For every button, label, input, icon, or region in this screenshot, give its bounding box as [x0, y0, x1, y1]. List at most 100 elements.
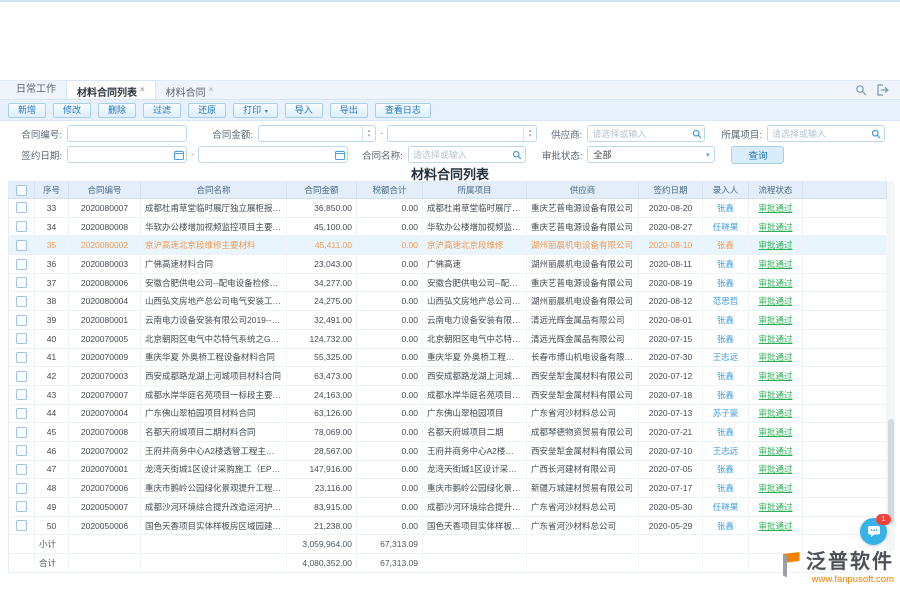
delete-button[interactable]: 删除 [98, 103, 136, 118]
contract-name-cell[interactable]: 龙湾天街城1区设计采购施工（EPC）总承包... [141, 460, 287, 479]
status-link[interactable]: 审批通过 [758, 278, 792, 288]
row-checkbox[interactable] [16, 501, 27, 512]
contract-name-cell[interactable]: 云南电力设备安装有限公司2019--2020年度劳... [141, 311, 287, 330]
status-select[interactable]: 全部▾ [587, 146, 715, 163]
contract-name-cell[interactable]: 重庆市鹅岭公园绿化景观提升工程施工材料合同 [141, 479, 287, 498]
contract-name-cell[interactable]: 重庆华夏 外奥桥工程设备材料合同 [141, 348, 287, 367]
search-icon[interactable] [869, 129, 884, 139]
contract-no-link[interactable]: 2020080006 [69, 273, 141, 292]
tab-close-icon[interactable]: × [140, 85, 145, 94]
scrollbar-thumb[interactable] [888, 419, 894, 524]
edit-button[interactable]: 修改 [53, 103, 91, 118]
table-row[interactable]: 342020080008华软办公楼增加视频监控项目主要材料45,100.000.… [9, 217, 887, 236]
contract-no-link[interactable]: 2020070001 [69, 460, 141, 479]
table-row[interactable]: 492020050007成都沙河环境综合提升改造运河护岸维修改造...83,91… [9, 498, 887, 517]
entry-person-link[interactable]: 张鑫 [717, 390, 734, 400]
status-link[interactable]: 审批通过 [758, 203, 792, 213]
entry-person-link[interactable]: 张鑫 [717, 371, 734, 381]
calendar-icon[interactable] [171, 150, 186, 160]
contract-no-link[interactable]: 2020080001 [69, 311, 141, 330]
contract-no-link[interactable]: 2020080002 [69, 236, 141, 255]
row-checkbox[interactable] [16, 408, 27, 419]
table-row[interactable]: 472020070001龙湾天街城1区设计采购施工（EPC）总承包...147,… [9, 460, 887, 479]
contract-name-cell[interactable]: 成都沙河环境综合提升改造运河护岸维修改造... [141, 498, 287, 517]
row-checkbox[interactable] [16, 371, 27, 382]
table-row[interactable]: 452020070008名都天府城项目二期材料合同78,069.000.00名都… [9, 423, 887, 442]
table-row[interactable]: 382020080004山西弘文房地产总公司电气安装工程材料合同24,275.0… [9, 292, 887, 311]
chat-bubble-button[interactable]: 1 [860, 518, 887, 545]
contract-no-link[interactable]: 2020070008 [69, 423, 141, 442]
import-button[interactable]: 导入 [285, 103, 323, 118]
amount-to-input[interactable] [388, 129, 523, 139]
contract-name-cell[interactable]: 成都水岸华庭名苑项目一标段主要材料 [141, 385, 287, 404]
status-link[interactable]: 审批通过 [758, 446, 792, 456]
status-link[interactable]: 审批通过 [758, 390, 792, 400]
table-row[interactable]: 362020080003广佛高速材料合同23,043.000.00广佛高速湖州丽… [9, 255, 887, 274]
contract-no-link[interactable]: 2020050007 [69, 498, 141, 517]
contract-name-cell[interactable]: 华软办公楼增加视频监控项目主要材料 [141, 217, 287, 236]
entry-person-link[interactable]: 张鑫 [717, 334, 734, 344]
entry-person-link[interactable]: 张鑫 [717, 521, 734, 531]
table-row[interactable]: 462020070002王府井商务中心A2楼透管工程主要材料28,567.000… [9, 441, 887, 460]
contract-no-link[interactable]: 2020070002 [69, 441, 141, 460]
contract-name-input[interactable] [409, 150, 510, 160]
contract-no-link[interactable]: 2020070007 [69, 385, 141, 404]
calendar-icon[interactable] [332, 150, 347, 160]
amount-from-input[interactable] [259, 129, 362, 139]
entry-person-link[interactable]: 范思哲 [713, 296, 739, 306]
print-button[interactable]: 打印 ▾ [233, 103, 278, 118]
supplier-input[interactable] [588, 129, 689, 139]
row-checkbox[interactable] [16, 277, 27, 288]
row-checkbox[interactable] [16, 352, 27, 363]
status-link[interactable]: 审批通过 [758, 334, 792, 344]
contract-name-cell[interactable]: 山西弘文房地产总公司电气安装工程材料合同 [141, 292, 287, 311]
contract-no-link[interactable]: 2020080003 [69, 255, 141, 274]
date-to-input[interactable] [199, 150, 332, 160]
status-link[interactable]: 审批通过 [758, 315, 792, 325]
contract-name-cell[interactable]: 西安成都路龙湖上河城项目材料合同 [141, 367, 287, 386]
row-checkbox[interactable] [16, 259, 27, 270]
contract-name-cell[interactable]: 名都天府城项目二期材料合同 [141, 423, 287, 442]
table-row[interactable]: 482020070006重庆市鹅岭公园绿化景观提升工程施工材料合同23,116.… [9, 479, 887, 498]
entry-person-link[interactable]: 苏子豪 [713, 408, 739, 418]
date-from-input[interactable] [68, 150, 171, 160]
entry-person-link[interactable]: 任晓果 [713, 222, 739, 232]
contract-name-cell[interactable]: 广佛高速材料合同 [141, 255, 287, 274]
entry-person-link[interactable]: 张鑫 [717, 483, 734, 493]
status-link[interactable]: 审批通过 [758, 240, 792, 250]
entry-person-link[interactable]: 张鑫 [717, 464, 734, 474]
project-input[interactable] [768, 129, 869, 139]
contract-no-link[interactable]: 2020070006 [69, 479, 141, 498]
row-checkbox[interactable] [16, 464, 27, 475]
table-row[interactable]: 422020070003西安成都路龙湖上河城项目材料合同63,473.000.0… [9, 367, 887, 386]
tab-material-contract[interactable]: 材料合同× [156, 81, 224, 99]
tab-material-contract-list[interactable]: 材料合同列表× [66, 80, 156, 99]
entry-person-link[interactable]: 张鑫 [717, 240, 734, 250]
contract-no-link[interactable]: 2020070009 [69, 348, 141, 367]
row-checkbox[interactable] [16, 202, 27, 213]
status-link[interactable]: 审批通过 [758, 521, 792, 531]
entry-person-link[interactable]: 张鑫 [717, 278, 734, 288]
contract-name-cell[interactable]: 成都杜甫草堂临时展厅独立展柜报警设备安装... [141, 199, 287, 218]
contract-no-link[interactable]: 2020070005 [69, 329, 141, 348]
table-row[interactable]: 502020050006国色天香项目实体样板房区域园建工程材料合同21,238.… [9, 516, 887, 535]
tab-close-icon[interactable]: × [209, 85, 214, 94]
contract-no-link[interactable]: 2020080004 [69, 292, 141, 311]
status-link[interactable]: 审批通过 [758, 483, 792, 493]
status-link[interactable]: 审批通过 [758, 371, 792, 381]
row-checkbox[interactable] [16, 483, 27, 494]
entry-person-link[interactable]: 任晓果 [713, 502, 739, 512]
table-row[interactable]: 332020080007成都杜甫草堂临时展厅独立展柜报警设备安装...36,85… [9, 199, 887, 218]
filter-button[interactable]: 过滤 [143, 103, 181, 118]
status-link[interactable]: 审批通过 [758, 408, 792, 418]
status-link[interactable]: 审批通过 [758, 259, 792, 269]
table-row[interactable]: 392020080001云南电力设备安装有限公司2019--2020年度劳...… [9, 311, 887, 330]
export-button[interactable]: 导出 [330, 103, 368, 118]
add-button[interactable]: 新增 [8, 103, 46, 118]
status-link[interactable]: 审批通过 [758, 427, 792, 437]
entry-person-link[interactable]: 张鑫 [717, 427, 734, 437]
exit-icon[interactable] [877, 84, 890, 96]
row-checkbox[interactable] [16, 520, 27, 531]
spinner-icon[interactable]: ▴▾ [523, 126, 536, 141]
contract-name-cell[interactable]: 广东佛山翠柏园项目材料合同 [141, 404, 287, 423]
